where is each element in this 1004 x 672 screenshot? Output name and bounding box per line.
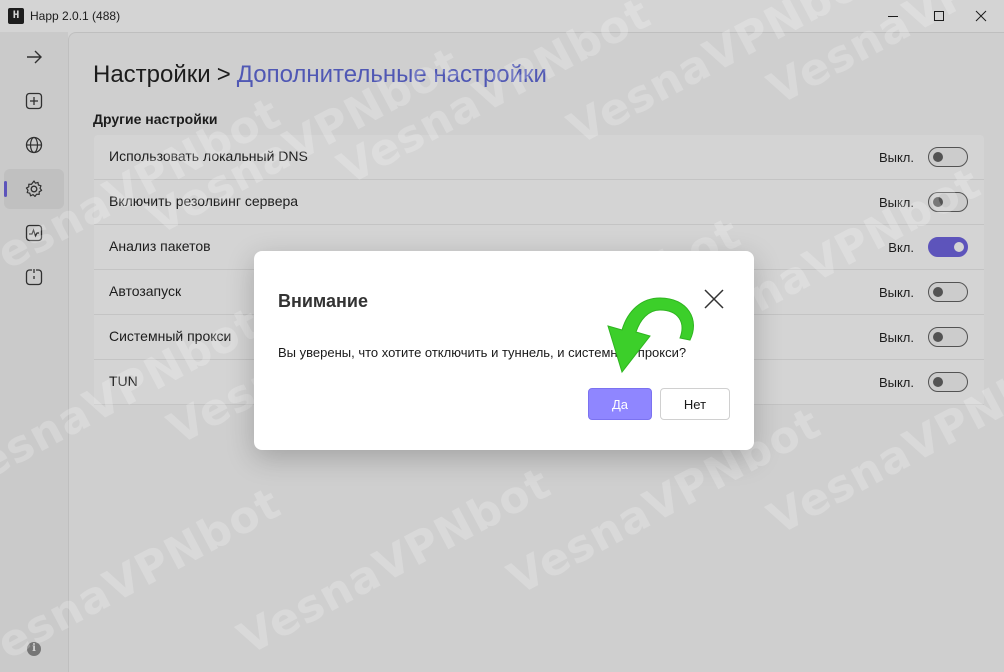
- yes-button[interactable]: Да: [588, 388, 652, 420]
- annotation-arrow-icon: [607, 297, 694, 374]
- dialog-title: Внимание: [278, 291, 368, 311]
- no-button[interactable]: Нет: [660, 388, 730, 420]
